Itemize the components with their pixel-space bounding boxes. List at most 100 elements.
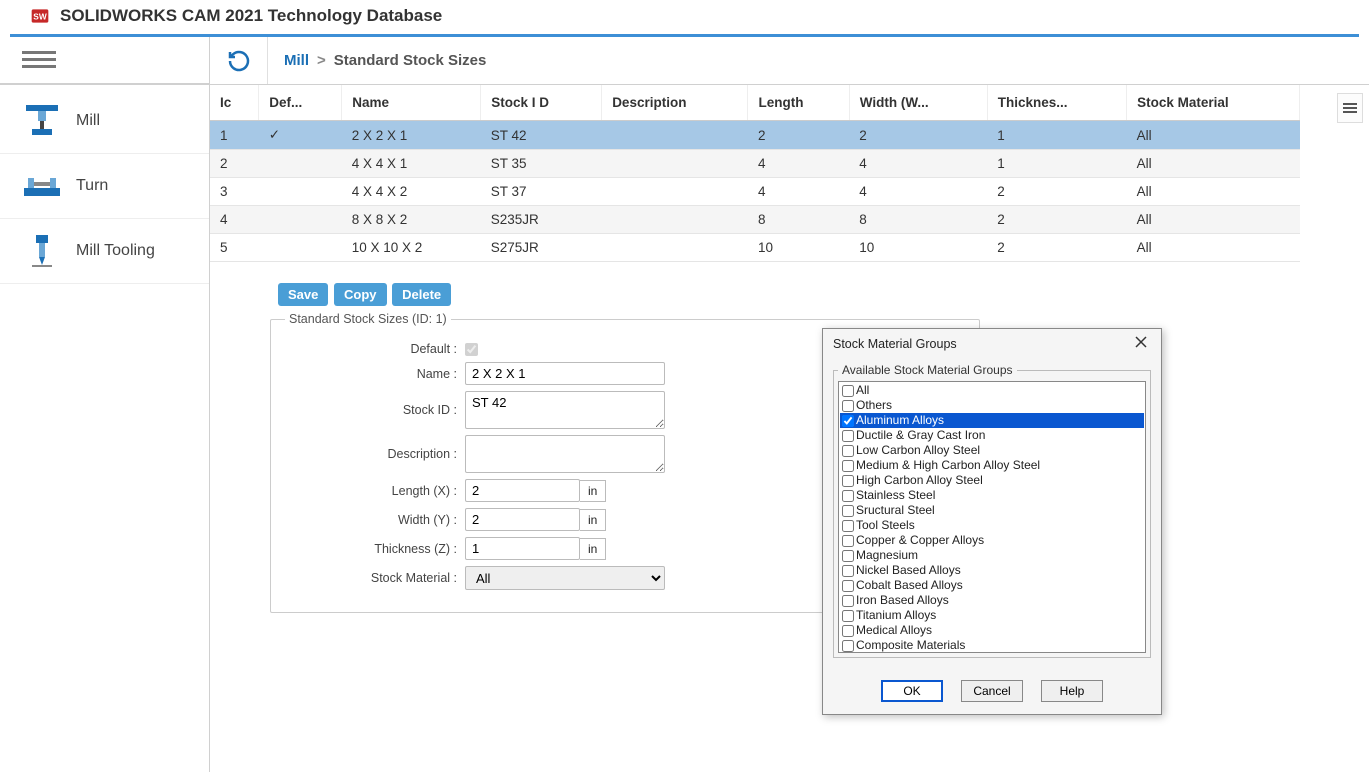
sidebar: Mill Turn Mill Tooling	[0, 85, 210, 772]
hamburger-menu[interactable]	[0, 37, 210, 84]
col-header[interactable]: Ic	[210, 85, 259, 121]
col-header[interactable]: Stock I D	[481, 85, 602, 121]
col-header[interactable]: Stock Material	[1127, 85, 1300, 121]
material-option[interactable]: Aluminum Alloys	[840, 413, 1144, 428]
material-option[interactable]: Low Carbon Alloy Steel	[840, 443, 1144, 458]
breadcrumb-root[interactable]: Mill	[284, 52, 309, 69]
material-option-checkbox[interactable]	[842, 505, 854, 517]
cancel-button[interactable]: Cancel	[961, 680, 1023, 702]
cell: 1	[210, 121, 259, 150]
title-bar: SW SOLIDWORKS CAM 2021 Technology Databa…	[0, 0, 1369, 34]
label-thickness: Thickness (Z) :	[285, 542, 465, 556]
material-option-label: Low Carbon Alloy Steel	[856, 443, 980, 458]
material-option-checkbox[interactable]	[842, 565, 854, 577]
material-option-checkbox[interactable]	[842, 550, 854, 562]
material-option[interactable]: Cobalt Based Alloys	[840, 578, 1144, 593]
material-option[interactable]: Tool Steels	[840, 518, 1144, 533]
mill-icon	[22, 103, 62, 139]
material-option-label: Sructural Steel	[856, 503, 935, 518]
cell: 1	[987, 150, 1126, 178]
default-checkbox[interactable]	[465, 343, 478, 356]
material-option-checkbox[interactable]	[842, 640, 854, 652]
cell: All	[1127, 121, 1300, 150]
col-header[interactable]: Name	[342, 85, 481, 121]
name-field[interactable]	[465, 362, 665, 385]
table-row[interactable]: 24 X 4 X 1ST 35441All	[210, 150, 1300, 178]
material-option[interactable]: Medium & High Carbon Alloy Steel	[840, 458, 1144, 473]
material-option-checkbox[interactable]	[842, 520, 854, 532]
col-header[interactable]: Description	[602, 85, 748, 121]
ok-button[interactable]: OK	[881, 680, 943, 702]
material-option[interactable]: High Carbon Alloy Steel	[840, 473, 1144, 488]
material-option-label: Cobalt Based Alloys	[856, 578, 963, 593]
material-option[interactable]: Ductile & Gray Cast Iron	[840, 428, 1144, 443]
material-option[interactable]: Titanium Alloys	[840, 608, 1144, 623]
material-option-checkbox[interactable]	[842, 415, 854, 427]
material-option-checkbox[interactable]	[842, 610, 854, 622]
thickness-unit: in	[580, 538, 606, 560]
material-option[interactable]: Copper & Copper Alloys	[840, 533, 1144, 548]
material-option[interactable]: Iron Based Alloys	[840, 593, 1144, 608]
grid-options-button[interactable]	[1337, 93, 1363, 123]
close-icon	[1135, 336, 1147, 348]
cell: All	[1127, 150, 1300, 178]
sidebar-item-turn[interactable]: Turn	[0, 154, 209, 219]
table-row[interactable]: 34 X 4 X 2ST 37442All	[210, 178, 1300, 206]
col-header[interactable]: Length	[748, 85, 849, 121]
material-option-checkbox[interactable]	[842, 625, 854, 637]
save-button[interactable]: Save	[278, 283, 328, 306]
material-option[interactable]: All	[840, 383, 1144, 398]
label-name: Name :	[285, 367, 465, 381]
material-option-checkbox[interactable]	[842, 595, 854, 607]
material-option[interactable]: Composite Materials	[840, 638, 1144, 653]
sidebar-item-mill-tooling[interactable]: Mill Tooling	[0, 219, 209, 284]
cell: ST 37	[481, 178, 602, 206]
description-field[interactable]	[465, 435, 665, 473]
sidebar-item-mill[interactable]: Mill	[0, 89, 209, 154]
length-field[interactable]	[465, 479, 580, 502]
width-field[interactable]	[465, 508, 580, 531]
stock-sizes-grid[interactable]: IcDef...NameStock I DDescriptionLengthWi…	[210, 85, 1300, 262]
col-header[interactable]: Width (W...	[849, 85, 987, 121]
material-option-checkbox[interactable]	[842, 535, 854, 547]
copy-button[interactable]: Copy	[334, 283, 387, 306]
table-row[interactable]: 48 X 8 X 2S235JR882All	[210, 206, 1300, 234]
material-option-checkbox[interactable]	[842, 475, 854, 487]
cell	[259, 178, 342, 206]
material-option-checkbox[interactable]	[842, 400, 854, 412]
material-option[interactable]: Stainless Steel	[840, 488, 1144, 503]
material-option-checkbox[interactable]	[842, 580, 854, 592]
thickness-field[interactable]	[465, 537, 580, 560]
col-header[interactable]: Def...	[259, 85, 342, 121]
refresh-button[interactable]	[210, 37, 268, 84]
dialog-close-button[interactable]	[1131, 335, 1151, 353]
stockid-field[interactable]: ST 42	[465, 391, 665, 429]
material-option-checkbox[interactable]	[842, 445, 854, 457]
material-option-label: Iron Based Alloys	[856, 593, 949, 608]
material-option[interactable]: Others	[840, 398, 1144, 413]
material-option[interactable]: Medical Alloys	[840, 623, 1144, 638]
material-groups-listbox[interactable]: AllOthersAluminum AlloysDuctile & Gray C…	[838, 381, 1146, 653]
cell: ✓	[259, 121, 342, 150]
material-option-label: Tool Steels	[856, 518, 915, 533]
material-option[interactable]: Nickel Based Alloys	[840, 563, 1144, 578]
material-option-checkbox[interactable]	[842, 490, 854, 502]
label-stockid: Stock ID :	[285, 403, 465, 417]
breadcrumb: Mill > Standard Stock Sizes	[268, 37, 486, 84]
table-row[interactable]: 510 X 10 X 2S275JR10102All	[210, 234, 1300, 262]
dialog-title: Stock Material Groups	[833, 337, 957, 351]
material-option[interactable]: Magnesium	[840, 548, 1144, 563]
delete-button[interactable]: Delete	[392, 283, 451, 306]
cell	[259, 234, 342, 262]
material-option-checkbox[interactable]	[842, 460, 854, 472]
sidebar-item-label: Mill Tooling	[76, 242, 155, 260]
breadcrumb-sep: >	[317, 52, 326, 69]
material-option-label: Medical Alloys	[856, 623, 932, 638]
material-option-checkbox[interactable]	[842, 385, 854, 397]
material-option[interactable]: Sructural Steel	[840, 503, 1144, 518]
table-row[interactable]: 1✓2 X 2 X 1ST 42221All	[210, 121, 1300, 150]
col-header[interactable]: Thicknes...	[987, 85, 1126, 121]
material-option-checkbox[interactable]	[842, 430, 854, 442]
help-button[interactable]: Help	[1041, 680, 1103, 702]
material-select[interactable]: All	[465, 566, 665, 590]
